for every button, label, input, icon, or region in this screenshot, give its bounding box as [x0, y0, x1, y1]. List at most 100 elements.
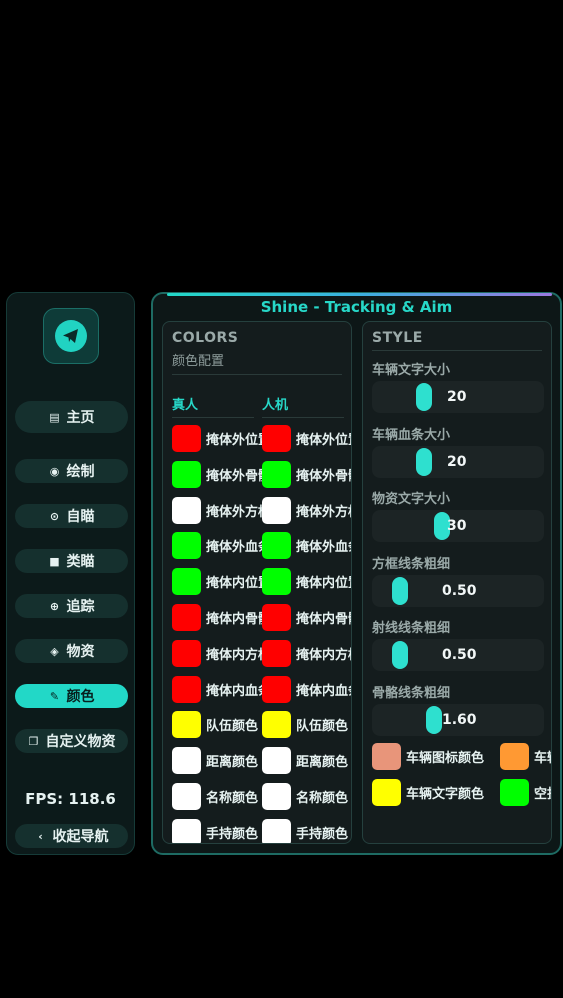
color-label: 手持颜色	[296, 826, 349, 842]
vehicle-color-row[interactable]: 车辆血条颜色	[500, 743, 551, 770]
color-label: 掩体内血条	[296, 683, 351, 699]
slider-label: 物资文字大小	[372, 492, 451, 508]
slider-track[interactable]: 1.60	[372, 704, 544, 736]
style-section[interactable]: STYLE 车辆文字大小 20 车辆血条大小 20 物资文字大小 30 方框线条粗细 0.50…	[362, 321, 552, 844]
color-swatch[interactable]	[172, 604, 201, 631]
vehicle-color-row[interactable]: 空投颜色	[500, 779, 551, 806]
slider-thumb[interactable]	[416, 447, 432, 476]
divider	[172, 417, 254, 418]
slider-thumb[interactable]	[416, 383, 432, 411]
slider-value: 20	[447, 453, 467, 470]
collapse-nav-button[interactable]: ‹ 收起导航	[15, 824, 128, 848]
slider-track[interactable]: 20	[372, 381, 544, 413]
sidebar-item-label: 自瞄	[66, 509, 95, 525]
color-swatch[interactable]	[172, 747, 201, 775]
sidebar-item-2[interactable]: ⊙ 自瞄	[15, 504, 128, 528]
color-row-real[interactable]: 掩体内方框	[172, 639, 262, 667]
color-row-bot[interactable]: 掩体内方框	[262, 639, 351, 667]
main-panel: Shine - Tracking & Aim COLORS 颜色配置 真人 人机…	[151, 292, 562, 855]
color-swatch[interactable]	[500, 779, 529, 806]
color-row-real[interactable]: 掩体外骨骼	[172, 460, 262, 488]
color-row-real[interactable]: 掩体外血条	[172, 532, 262, 560]
color-swatch[interactable]	[262, 496, 291, 524]
color-swatch[interactable]	[172, 675, 201, 703]
color-row-real[interactable]: 距离颜色	[172, 747, 262, 775]
color-row-bot[interactable]: 掩体外位置	[262, 425, 351, 452]
color-row-real[interactable]: 掩体外方框	[172, 496, 262, 524]
sidebar-item-0[interactable]: ▤ 主页	[15, 401, 128, 433]
color-row-bot[interactable]: 队伍颜色	[262, 711, 351, 739]
color-swatch[interactable]	[262, 818, 291, 843]
color-swatch[interactable]	[262, 783, 291, 810]
box-icon: ◈	[50, 644, 59, 658]
slider-track[interactable]: 20	[372, 445, 544, 478]
sidebar-item-3[interactable]: ■ 类瞄	[15, 549, 128, 573]
color-row-bot[interactable]: 手持颜色	[262, 818, 351, 843]
color-swatch[interactable]	[262, 747, 291, 775]
slider-track[interactable]: 30	[372, 510, 544, 543]
color-row-bot[interactable]: 掩体内骨骼	[262, 604, 351, 631]
color-row-real[interactable]: 掩体外位置	[172, 425, 262, 452]
color-swatch[interactable]	[172, 783, 201, 810]
color-swatch[interactable]	[262, 568, 291, 596]
sidebar-item-1[interactable]: ◉ 绘制	[15, 459, 128, 483]
slider-label: 车辆文字大小	[372, 363, 451, 378]
color-swatch[interactable]	[172, 818, 201, 843]
color-row-real[interactable]: 掩体内位置	[172, 568, 262, 596]
slider-track[interactable]: 0.50	[372, 574, 544, 607]
color-row-real[interactable]: 队伍颜色	[172, 711, 262, 739]
color-row-bot[interactable]: 掩体外血条	[262, 532, 351, 560]
color-swatch[interactable]	[500, 743, 529, 770]
slider-label: 射线线条粗细	[372, 621, 451, 637]
color-swatch[interactable]	[262, 460, 291, 488]
color-row-bot[interactable]: 掩体外方框	[262, 496, 351, 524]
color-swatch[interactable]	[262, 532, 291, 560]
color-swatch[interactable]	[262, 604, 291, 631]
color-label: 掩体外血条	[206, 540, 262, 556]
slider-track[interactable]: 0.50	[372, 639, 544, 672]
color-row-bot[interactable]: 距离颜色	[262, 747, 351, 775]
panel-accent-bar	[167, 293, 552, 296]
slider-thumb[interactable]	[425, 706, 442, 734]
color-swatch[interactable]	[172, 460, 201, 488]
vehicle-color-label: 车辆文字颜色	[406, 787, 485, 802]
sidebar-item-4[interactable]: ⊕ 追踪	[15, 594, 128, 618]
color-row-real[interactable]: 掩体内血条	[172, 675, 262, 703]
color-swatch[interactable]	[172, 425, 201, 452]
color-swatch[interactable]	[262, 425, 291, 452]
slider-value: 20	[447, 389, 467, 405]
slider-thumb[interactable]	[392, 641, 408, 670]
color-swatch[interactable]	[262, 639, 291, 667]
color-label: 掩体外方框	[296, 504, 351, 520]
colors-section[interactable]: COLORS 颜色配置 真人 人机 掩体外位置掩体外骨骼掩体外方框掩体外血条掩体…	[162, 321, 352, 844]
color-swatch[interactable]	[372, 779, 401, 806]
color-swatch[interactable]	[172, 568, 201, 596]
color-swatch[interactable]	[262, 711, 291, 739]
color-row-real[interactable]: 手持颜色	[172, 818, 262, 843]
color-swatch[interactable]	[172, 711, 201, 739]
color-row-bot[interactable]: 掩体外骨骼	[262, 460, 351, 488]
color-label: 手持颜色	[206, 826, 259, 842]
vehicle-color-row[interactable]: 车辆图标颜色	[372, 743, 484, 770]
color-row-bot[interactable]: 名称颜色	[262, 783, 351, 810]
color-row-bot[interactable]: 掩体内位置	[262, 568, 351, 596]
sidebar-item-5[interactable]: ◈ 物资	[15, 639, 128, 663]
divider	[372, 350, 542, 351]
color-swatch[interactable]	[172, 639, 201, 667]
divider	[262, 417, 344, 418]
color-swatch[interactable]	[172, 496, 201, 524]
slider-value: 0.50	[442, 582, 477, 599]
sidebar-item-7[interactable]: ❐ 自定义物资	[15, 729, 128, 753]
vehicle-color-row[interactable]: 车辆文字颜色	[372, 779, 484, 806]
color-swatch[interactable]	[172, 532, 201, 560]
slider-thumb[interactable]	[392, 576, 408, 605]
color-row-real[interactable]: 名称颜色	[172, 783, 262, 810]
color-swatch[interactable]	[372, 743, 401, 770]
color-row-bot[interactable]: 掩体内血条	[262, 675, 351, 703]
sidebar-item-label: 类瞄	[66, 554, 95, 570]
slider-label: 方框线条粗细	[372, 556, 451, 572]
sidebar-item-6[interactable]: ✎ 颜色	[15, 684, 128, 708]
color-swatch[interactable]	[262, 675, 291, 703]
eyedropper-icon: ✎	[49, 689, 60, 703]
color-row-real[interactable]: 掩体内骨骼	[172, 604, 262, 631]
